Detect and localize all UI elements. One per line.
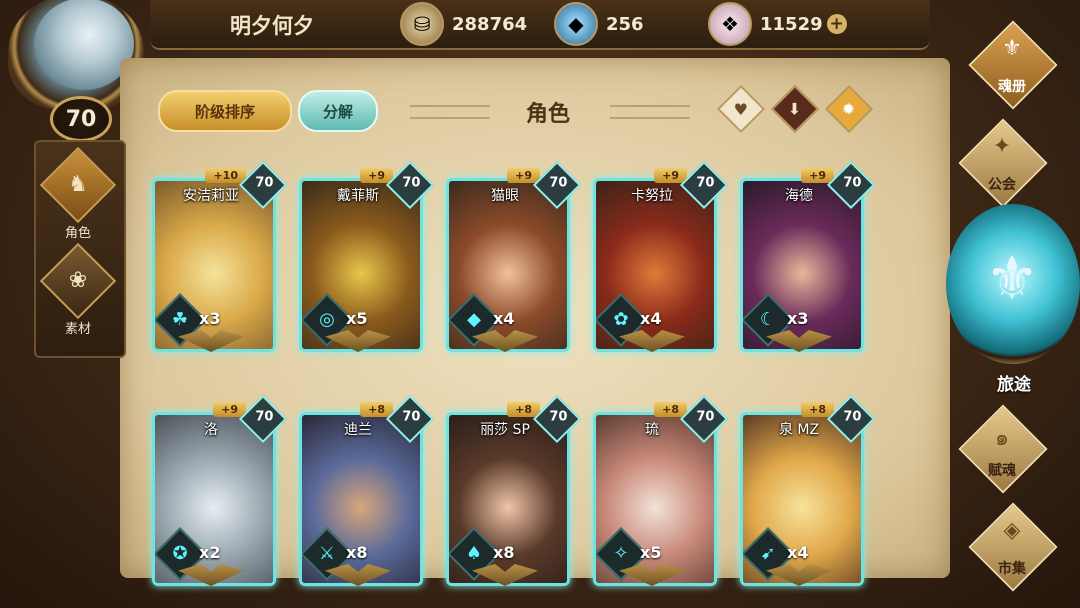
soul-count: x2	[199, 543, 221, 562]
button-frame	[958, 118, 1048, 208]
player-name: 明夕何夕	[230, 14, 314, 38]
soul-count: x8	[493, 543, 515, 562]
crystal-amount: 256	[606, 13, 644, 35]
nav-item-material[interactable]: ❀ 素材	[39, 242, 117, 337]
market-icon: ◈	[1003, 518, 1021, 543]
character-card[interactable]: 卡努拉 ✿ x4 +9 70	[593, 160, 729, 354]
crystal-currency: ◆ 256	[554, 2, 644, 46]
enhance-level-tag: +9	[654, 168, 687, 183]
character-card[interactable]: 猫眼 ◆ x4 +9 70	[446, 160, 582, 354]
title-ornament-right	[610, 105, 690, 119]
star-badge-icon: ✹	[842, 99, 856, 119]
soul-count: x4	[787, 543, 809, 562]
button-frame	[968, 20, 1058, 110]
soul-count: x3	[787, 309, 809, 328]
enhance-level-tag: +9	[801, 168, 834, 183]
character-card[interactable]: 泉 MZ ➹ x4 +8 70	[740, 394, 876, 588]
player-level-badge: 70	[50, 96, 112, 142]
nav-label: 公会	[988, 177, 1016, 193]
gold-coin-icon: ⛁	[400, 2, 444, 46]
character-card[interactable]: 琉 ✧ x5 +8 70	[593, 394, 729, 588]
soul-count: x8	[346, 543, 368, 562]
enhance-level-tag: +8	[507, 402, 540, 417]
gold-currency: ⛁ 288764	[400, 2, 528, 46]
character-card[interactable]: 安洁莉亚 ☘ x3 +10 70	[152, 160, 288, 354]
rank-sort-button[interactable]: 阶级排序	[158, 90, 292, 132]
enhance-level-tag: +10	[205, 168, 246, 183]
nav-label: 赋魂	[988, 463, 1016, 479]
enhance-level-tag: +9	[507, 168, 540, 183]
soul-count: x4	[493, 309, 515, 328]
soul-count: x4	[640, 309, 662, 328]
left-nav: ♞ 角色 ❀ 素材	[34, 140, 126, 358]
heart-icon: ♥	[733, 99, 749, 119]
enhance-level-tag: +8	[360, 402, 393, 417]
button-frame	[968, 502, 1058, 592]
journey-label: 旅途	[997, 375, 1031, 395]
enhance-level-tag: +8	[801, 402, 834, 417]
page-title: 角色	[525, 102, 570, 127]
soul-amount: 11529	[760, 13, 823, 35]
decompose-button[interactable]: 分解	[298, 90, 378, 132]
soul-book-icon: ⚜	[1002, 36, 1022, 61]
guild-icon: ✦	[992, 134, 1012, 159]
soul-gem-icon: ❖	[708, 2, 752, 46]
empower-icon: ๑	[995, 426, 1009, 451]
soul-count: x5	[640, 543, 662, 562]
game-screen: 70 明夕何夕 ⛁ 288764 ◆ 256 ❖ 11529 + ♞ 角色 ❀ …	[0, 0, 1080, 608]
nav-item-label: 角色	[64, 226, 91, 241]
arrow-down-icon: ⬇	[788, 99, 802, 119]
enhance-level-tag: +9	[360, 168, 393, 183]
title-ornament-left	[410, 105, 490, 119]
character-card[interactable]: 海德 ☾ x3 +9 70	[740, 160, 876, 354]
nav-item-label: 素材	[64, 322, 91, 337]
nav-item-character[interactable]: ♞ 角色	[39, 146, 117, 241]
enhance-level-tag: +8	[654, 402, 687, 417]
helmet-icon: ♞	[39, 146, 117, 224]
character-card[interactable]: 洛 ✪ x2 +9 70	[152, 394, 288, 588]
soul-count: x3	[199, 309, 221, 328]
crystal-icon: ◆	[554, 2, 598, 46]
nav-market[interactable]: ◈ 市集	[964, 502, 1060, 592]
character-card[interactable]: 迪兰 ⚔ x8 +8 70	[299, 394, 435, 588]
nav-guild[interactable]: ✦ 公会	[954, 118, 1050, 208]
character-card[interactable]: 丽莎 SP ♠ x8 +8 70	[446, 394, 582, 588]
soul-count: x5	[346, 309, 368, 328]
journey-button[interactable]: ⚜ 旅途	[940, 204, 1080, 395]
avatar-portrait	[34, 0, 134, 90]
nav-empower[interactable]: ๑ 赋魂	[954, 404, 1050, 494]
add-currency-button[interactable]: +	[826, 14, 847, 34]
nav-label: 魂册	[998, 79, 1026, 95]
gold-amount: 288764	[452, 13, 528, 35]
character-card[interactable]: 戴菲斯 ◎ x5 +9 70	[299, 160, 435, 354]
material-icon: ❀	[39, 242, 117, 320]
nav-label: 市集	[998, 561, 1026, 577]
soul-currency: ❖ 11529 +	[708, 2, 847, 46]
journey-emblem-icon: ⚜	[985, 244, 1039, 314]
nav-soul-book[interactable]: ⚜ 魂册	[964, 20, 1060, 110]
enhance-level-tag: +9	[213, 402, 246, 417]
